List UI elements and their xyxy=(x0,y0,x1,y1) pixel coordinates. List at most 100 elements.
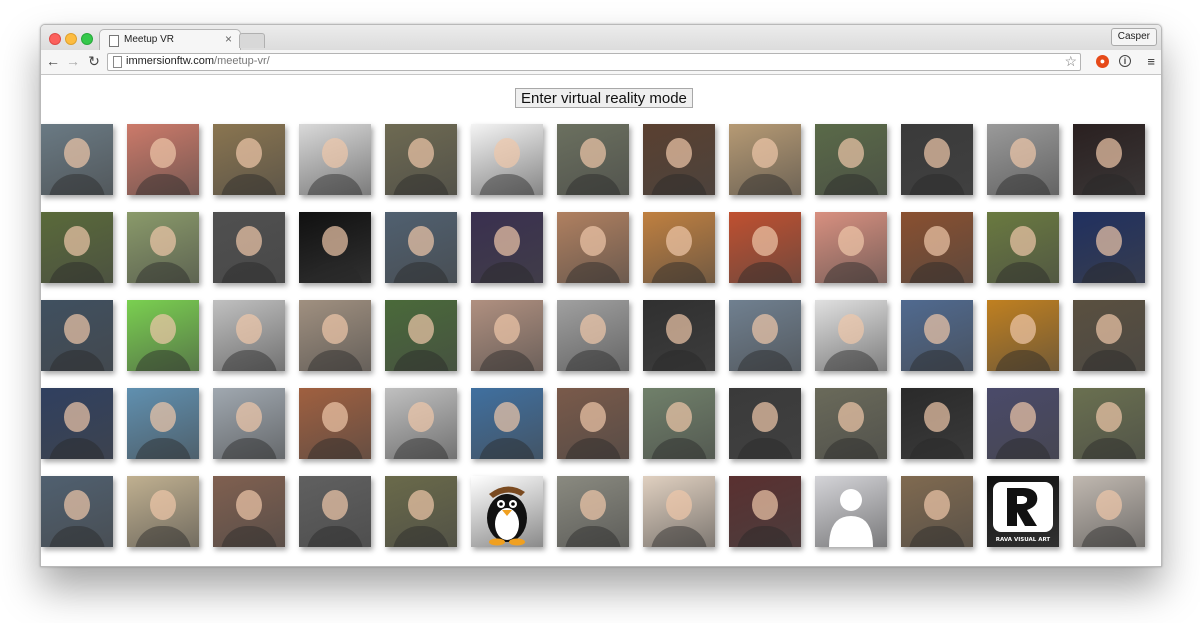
face-shape xyxy=(1010,226,1036,256)
profile-button[interactable]: Casper xyxy=(1110,28,1157,46)
member-avatar[interactable] xyxy=(1073,124,1145,195)
url-text[interactable]: immersionftw.com/meetup-vr/ xyxy=(126,55,270,67)
member-avatar[interactable] xyxy=(299,212,371,283)
shoulders-shape xyxy=(995,350,1051,371)
address-bar[interactable]: immersionftw.com/meetup-vr/ ☆ xyxy=(107,53,1081,71)
member-avatar[interactable] xyxy=(729,212,801,283)
member-avatar[interactable] xyxy=(385,388,457,459)
member-avatar[interactable] xyxy=(643,388,715,459)
face-shape xyxy=(236,402,262,432)
tab-meetup-vr[interactable]: Meetup VR × xyxy=(99,29,241,51)
member-avatar[interactable] xyxy=(815,212,887,283)
member-avatar[interactable] xyxy=(987,388,1059,459)
member-avatar[interactable] xyxy=(729,476,801,547)
shoulders-shape xyxy=(651,174,707,195)
member-avatar[interactable] xyxy=(557,124,629,195)
member-avatar[interactable] xyxy=(643,124,715,195)
member-avatar-placeholder[interactable] xyxy=(815,476,887,547)
member-avatar[interactable] xyxy=(1073,300,1145,371)
member-avatar[interactable] xyxy=(213,300,285,371)
member-avatar[interactable] xyxy=(41,212,113,283)
member-avatar[interactable] xyxy=(299,124,371,195)
member-avatar[interactable] xyxy=(213,124,285,195)
member-avatar[interactable] xyxy=(729,124,801,195)
member-avatar[interactable] xyxy=(385,300,457,371)
shoulders-shape xyxy=(565,350,621,371)
shoulders-shape xyxy=(909,262,965,283)
zoom-window-button[interactable] xyxy=(81,33,93,45)
member-avatar[interactable] xyxy=(901,300,973,371)
shoulders-shape xyxy=(49,262,105,283)
member-avatar[interactable] xyxy=(471,212,543,283)
face-shape xyxy=(580,314,606,344)
member-avatar[interactable] xyxy=(815,124,887,195)
member-avatar[interactable] xyxy=(299,476,371,547)
member-avatar[interactable] xyxy=(901,124,973,195)
member-avatar[interactable] xyxy=(557,476,629,547)
shoulders-shape xyxy=(479,438,535,459)
member-avatar[interactable] xyxy=(471,124,543,195)
member-avatar[interactable] xyxy=(557,388,629,459)
member-avatar[interactable] xyxy=(213,476,285,547)
face-shape xyxy=(64,314,90,344)
rava-logo-icon: RAVA VISUAL ART xyxy=(993,482,1053,543)
member-avatar[interactable] xyxy=(557,212,629,283)
member-avatar[interactable] xyxy=(643,300,715,371)
face-shape xyxy=(236,314,262,344)
member-avatar[interactable] xyxy=(41,476,113,547)
member-avatar[interactable] xyxy=(557,300,629,371)
new-tab-button[interactable] xyxy=(239,33,265,48)
extension-icon[interactable]: ● xyxy=(1096,55,1109,68)
member-avatar[interactable] xyxy=(1073,388,1145,459)
member-avatar[interactable] xyxy=(127,388,199,459)
member-avatar[interactable] xyxy=(987,124,1059,195)
forward-arrow-icon[interactable]: → xyxy=(65,53,81,69)
member-avatar[interactable] xyxy=(127,212,199,283)
member-avatar-penguin[interactable] xyxy=(471,476,543,547)
member-avatar[interactable] xyxy=(385,212,457,283)
page-content: Enter virtual reality mode RAVA VISUAL A… xyxy=(41,75,1161,566)
member-avatar[interactable] xyxy=(1073,212,1145,283)
member-avatar[interactable] xyxy=(901,476,973,547)
star-icon[interactable]: ☆ xyxy=(1064,53,1077,70)
member-avatar[interactable] xyxy=(901,388,973,459)
member-avatar[interactable] xyxy=(385,124,457,195)
member-avatar[interactable] xyxy=(643,212,715,283)
face-shape xyxy=(580,226,606,256)
member-avatar[interactable] xyxy=(815,300,887,371)
member-avatar[interactable] xyxy=(987,212,1059,283)
member-avatar[interactable] xyxy=(127,476,199,547)
hamburger-menu-icon[interactable]: ≡ xyxy=(1147,54,1155,69)
member-avatar[interactable] xyxy=(729,388,801,459)
member-avatar[interactable] xyxy=(41,300,113,371)
member-avatar[interactable] xyxy=(41,124,113,195)
member-avatar[interactable] xyxy=(127,300,199,371)
shoulders-shape xyxy=(737,350,793,371)
shoulders-shape xyxy=(909,526,965,547)
face-shape xyxy=(236,226,262,256)
minimize-window-button[interactable] xyxy=(65,33,77,45)
member-avatar[interactable] xyxy=(1073,476,1145,547)
member-avatar[interactable] xyxy=(729,300,801,371)
member-avatar[interactable] xyxy=(471,388,543,459)
enter-vr-button[interactable]: Enter virtual reality mode xyxy=(515,88,693,108)
member-avatar[interactable] xyxy=(385,476,457,547)
member-avatar[interactable] xyxy=(471,300,543,371)
back-arrow-icon[interactable]: ← xyxy=(45,53,61,69)
member-avatar[interactable] xyxy=(901,212,973,283)
member-avatar[interactable] xyxy=(41,388,113,459)
member-avatar[interactable] xyxy=(643,476,715,547)
info-icon[interactable]: i xyxy=(1119,55,1131,67)
member-avatar[interactable] xyxy=(213,388,285,459)
member-avatar[interactable] xyxy=(127,124,199,195)
member-avatar[interactable] xyxy=(299,300,371,371)
member-avatar[interactable] xyxy=(815,388,887,459)
reload-icon[interactable]: ↻ xyxy=(86,53,102,69)
member-avatar-logo[interactable]: RAVA VISUAL ART xyxy=(987,476,1059,547)
member-avatar[interactable] xyxy=(213,212,285,283)
member-avatar[interactable] xyxy=(299,388,371,459)
member-avatar[interactable] xyxy=(987,300,1059,371)
tab-close-icon[interactable]: × xyxy=(225,32,232,46)
close-window-button[interactable] xyxy=(49,33,61,45)
face-shape xyxy=(322,490,348,520)
